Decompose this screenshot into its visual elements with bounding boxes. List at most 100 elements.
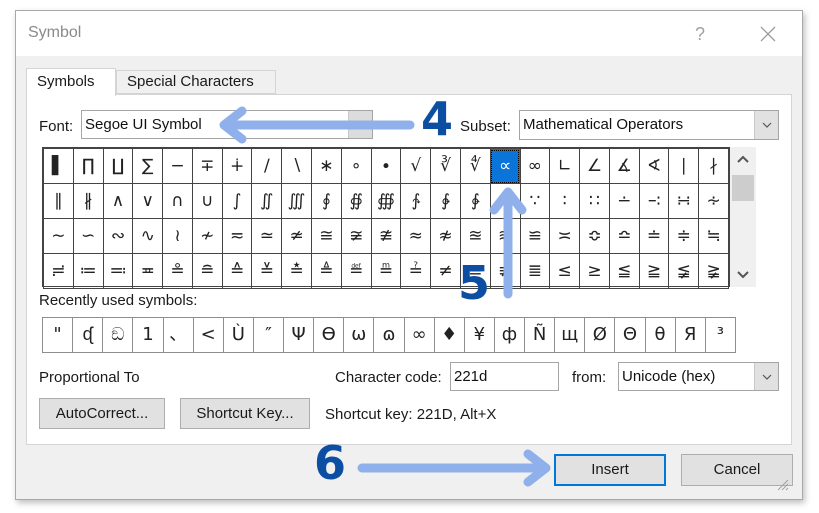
- symbol-cell[interactable]: ∷: [579, 183, 610, 219]
- symbol-cell[interactable]: ≓: [43, 253, 74, 289]
- recent-symbol-cell[interactable]: θ: [646, 318, 676, 352]
- insert-button[interactable]: Insert: [554, 454, 666, 486]
- symbol-cell[interactable]: ≁: [191, 218, 223, 254]
- symbol-cell[interactable]: ∏: [72, 148, 104, 184]
- symbol-cell[interactable]: ∜: [459, 148, 491, 184]
- symbol-cell[interactable]: ≔: [72, 253, 104, 289]
- symbol-cell[interactable]: ≉: [430, 218, 461, 254]
- recent-symbol-cell[interactable]: ɷ: [374, 318, 405, 352]
- recent-symbol-cell[interactable]: ": [43, 318, 74, 352]
- symbol-cell[interactable]: ≛: [281, 253, 313, 289]
- symbol-cell[interactable]: ≤: [549, 253, 581, 289]
- symbol-cell[interactable]: ∖: [281, 148, 313, 184]
- symbol-cell[interactable]: ∳: [459, 183, 491, 219]
- close-button[interactable]: [754, 20, 782, 48]
- recent-symbol-cell[interactable]: 、: [164, 318, 194, 352]
- symbol-cell[interactable]: ∣: [668, 148, 700, 184]
- symbol-cell[interactable]: ≞: [370, 253, 402, 289]
- symbol-cell[interactable]: ≈: [400, 218, 432, 254]
- symbol-cell[interactable]: ∓: [191, 148, 223, 184]
- recent-symbol-cell[interactable]: 1: [133, 318, 164, 352]
- recent-symbol-cell[interactable]: Θ: [615, 318, 646, 352]
- symbol-cell[interactable]: ∶: [549, 183, 581, 219]
- symbol-cell[interactable]: ≠: [430, 253, 461, 289]
- symbol-cell[interactable]: ≚: [251, 253, 283, 289]
- symbol-cell[interactable]: ∤: [698, 148, 729, 184]
- tab-special-characters[interactable]: Special Characters: [116, 70, 276, 94]
- symbol-cell[interactable]: ∑: [132, 148, 164, 184]
- symbol-cell[interactable]: ∰: [370, 183, 402, 219]
- help-button[interactable]: ?: [688, 21, 712, 47]
- symbol-cell[interactable]: ≊: [459, 218, 491, 254]
- recent-symbol-cell[interactable]: ″: [254, 318, 284, 352]
- symbol-cell[interactable]: ∻: [698, 183, 729, 219]
- symbol-cell[interactable]: ≀: [162, 218, 193, 254]
- scroll-down-button[interactable]: [730, 263, 756, 287]
- symbol-cell[interactable]: ≨: [668, 253, 700, 289]
- grid-scrollbar[interactable]: [730, 147, 756, 287]
- recent-symbol-cell[interactable]: ∞: [405, 318, 435, 352]
- symbol-cell[interactable]: ∙: [370, 148, 402, 184]
- symbol-cell[interactable]: −: [162, 148, 193, 184]
- recent-symbol-cell[interactable]: ω: [344, 318, 375, 352]
- symbol-cell[interactable]: ≃: [251, 218, 283, 254]
- symbol-cell[interactable]: ≒: [698, 218, 729, 254]
- resize-grip-icon[interactable]: [775, 477, 789, 491]
- symbol-cell[interactable]: ≥: [579, 253, 610, 289]
- symbol-cell[interactable]: ≐: [638, 218, 670, 254]
- symbol-cell[interactable]: ≕: [102, 253, 134, 289]
- symbol-cell[interactable]: ≏: [608, 218, 640, 254]
- recent-symbol-cell[interactable]: ³: [706, 318, 735, 352]
- symbol-cell[interactable]: ∲: [430, 183, 461, 219]
- symbol-cell[interactable]: ∦: [72, 183, 104, 219]
- recent-symbol-cell[interactable]: ϴ: [314, 318, 345, 352]
- symbol-cell[interactable]: ≘: [191, 253, 223, 289]
- recent-symbol-cell[interactable]: ♦: [435, 318, 465, 352]
- symbol-cell[interactable]: ∸: [608, 183, 640, 219]
- symbol-cell[interactable]: ∗: [311, 148, 342, 184]
- symbol-cell[interactable]: ≆: [340, 218, 372, 254]
- symbol-cell[interactable]: ∿: [132, 218, 164, 254]
- symbol-grid[interactable]: ▌∏∐∑−∓∔∕∖∗∘∙√∛∜∝∞∟∠∡∢∣∤∥∦∧∨∩∪∫∬∭∮∯∰∱∲∳∴∵…: [42, 147, 730, 289]
- symbol-cell[interactable]: ∞: [519, 148, 551, 184]
- symbol-cell[interactable]: ≅: [311, 218, 342, 254]
- recent-symbol-cell[interactable]: Я: [676, 318, 706, 352]
- symbol-cell[interactable]: ▌: [43, 148, 74, 184]
- symbol-cell[interactable]: ≑: [668, 218, 700, 254]
- symbol-cell[interactable]: ≖: [132, 253, 164, 289]
- recent-symbol-cell[interactable]: Ø: [585, 318, 616, 352]
- symbol-cell[interactable]: ∐: [102, 148, 134, 184]
- symbol-cell[interactable]: ∛: [430, 148, 461, 184]
- symbol-cell[interactable]: ≇: [370, 218, 402, 254]
- symbol-cell[interactable]: ∟: [549, 148, 581, 184]
- symbol-cell[interactable]: ≧: [638, 253, 670, 289]
- symbol-cell[interactable]: ∢: [638, 148, 670, 184]
- character-code-input[interactable]: 221d: [450, 362, 559, 391]
- symbol-cell[interactable]: ≙: [221, 253, 253, 289]
- symbol-cell[interactable]: ∭: [281, 183, 313, 219]
- symbol-cell[interactable]: ∮: [311, 183, 342, 219]
- from-dropdown-button[interactable]: [754, 363, 778, 390]
- symbol-cell[interactable]: ∹: [638, 183, 670, 219]
- symbol-cell[interactable]: ≩: [698, 253, 729, 289]
- recent-symbol-cell[interactable]: Ñ: [525, 318, 556, 352]
- symbol-cell[interactable]: ≎: [579, 218, 610, 254]
- recent-symbol-cell[interactable]: ¥: [465, 318, 495, 352]
- symbol-cell-selected[interactable]: ∝: [489, 148, 521, 184]
- recent-symbol-cell[interactable]: ඞ: [103, 318, 134, 352]
- recent-symbol-cell[interactable]: Ψ: [284, 318, 315, 352]
- symbol-cell[interactable]: ∼: [43, 218, 74, 254]
- symbol-cell[interactable]: ≜: [311, 253, 342, 289]
- symbol-cell[interactable]: ∩: [162, 183, 193, 219]
- autocorrect-button[interactable]: AutoCorrect...: [39, 398, 165, 429]
- symbol-cell[interactable]: ∾: [102, 218, 134, 254]
- scroll-thumb[interactable]: [732, 175, 754, 201]
- symbol-cell[interactable]: ≄: [281, 218, 313, 254]
- symbol-cell[interactable]: ∽: [72, 218, 104, 254]
- recent-symbol-cell[interactable]: щ: [555, 318, 586, 352]
- symbol-cell[interactable]: ≦: [608, 253, 640, 289]
- shortcut-key-button[interactable]: Shortcut Key...: [180, 398, 310, 429]
- symbol-cell[interactable]: ≝: [340, 253, 372, 289]
- symbol-cell[interactable]: ∯: [340, 183, 372, 219]
- symbol-cell[interactable]: ∫: [221, 183, 253, 219]
